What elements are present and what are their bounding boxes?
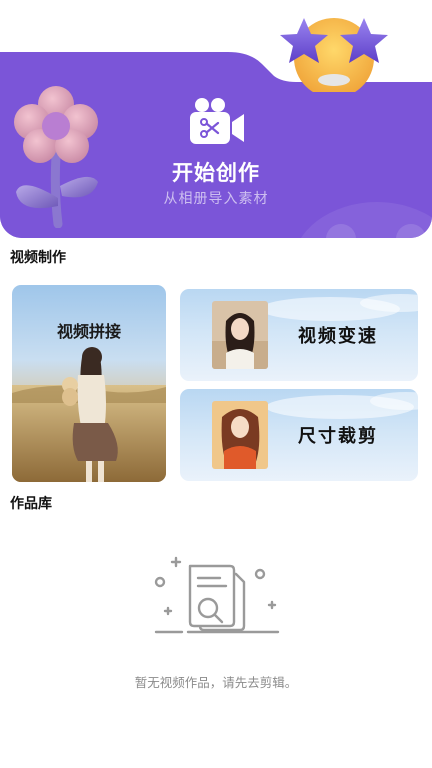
section-title-video-make: 视频制作 [10, 250, 66, 266]
size-crop-card[interactable]: 尺寸裁剪 [180, 389, 418, 481]
section-title-works: 作品库 [10, 496, 52, 512]
speed-thumbnail [212, 301, 268, 369]
video-splice-card[interactable]: 视频拼接 [12, 285, 166, 482]
hero-subtitle: 从相册导入素材 [163, 191, 269, 207]
size-crop-label: 尺寸裁剪 [298, 426, 378, 447]
crop-thumbnail [212, 401, 268, 469]
video-speed-card[interactable]: 视频变速 [180, 289, 418, 381]
video-camera-scissors-icon [190, 98, 244, 144]
star-eyes-emoji-icon [280, 18, 388, 92]
empty-works-message: 暂无视频作品，请先去剪辑。 [134, 675, 298, 690]
empty-document-search-icon [154, 556, 280, 634]
video-splice-label: 视频拼接 [56, 322, 121, 341]
video-speed-label: 视频变速 [298, 326, 378, 347]
splice-photo [12, 347, 166, 482]
hero-title: 开始创作 [172, 161, 260, 185]
